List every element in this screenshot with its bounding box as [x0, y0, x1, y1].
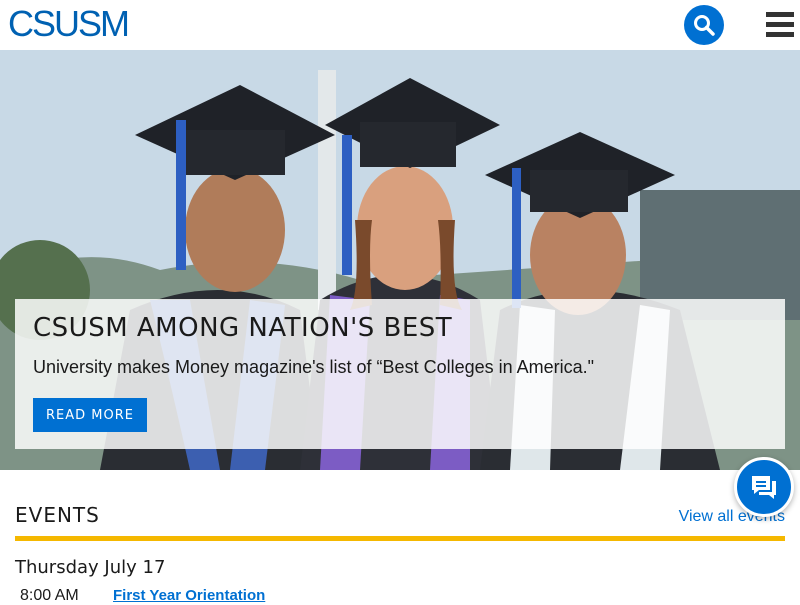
search-button[interactable]	[684, 5, 724, 45]
hero-description: University makes Money magazine's list o…	[33, 357, 595, 377]
event-time: 8:00 AM	[20, 587, 79, 604]
chat-button[interactable]	[734, 457, 794, 517]
site-header: CSUSM	[0, 0, 800, 50]
search-icon	[694, 15, 715, 36]
events-heading: EVENTS	[15, 503, 100, 527]
site-logo[interactable]: CSUSM	[8, 4, 130, 44]
menu-button[interactable]	[766, 12, 794, 38]
hamburger-menu-icon	[766, 12, 794, 17]
hero-feature-card: CSUSM AMONG NATION'S BEST University mak…	[15, 299, 785, 449]
hero-title: CSUSM AMONG NATION'S BEST	[33, 313, 453, 343]
event-date: Thursday July 17	[15, 557, 166, 578]
event-title-link[interactable]: First Year Orientation	[113, 587, 265, 604]
events-divider	[15, 536, 785, 541]
chat-icon	[752, 476, 776, 499]
hero-banner: CSUSM AMONG NATION'S BEST University mak…	[0, 50, 800, 470]
read-more-button[interactable]: READ MORE	[33, 398, 147, 432]
